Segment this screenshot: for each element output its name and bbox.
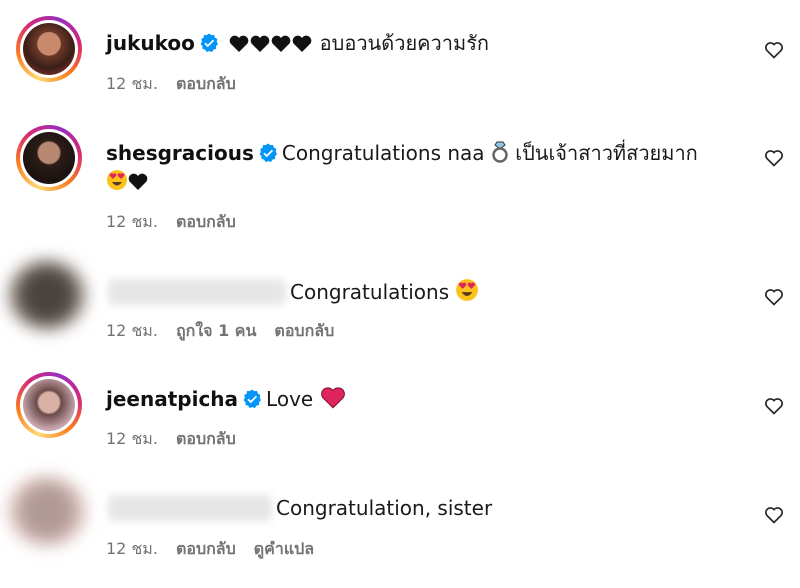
verified-badge-icon [200, 33, 218, 52]
avatar[interactable] [8, 260, 86, 330]
comment-time: 12 ชม. [106, 539, 158, 558]
comment-time: 12 ชม. [106, 74, 158, 93]
avatar[interactable] [16, 16, 82, 82]
reply-button[interactable]: ตอบกลับ [176, 429, 236, 448]
comment-body-line2 [106, 166, 148, 199]
comment-username[interactable]: jukukoo [106, 31, 195, 55]
black-heart-icon [229, 31, 313, 61]
heart-eyes-icon [106, 169, 128, 199]
reply-button[interactable]: ตอบกลับ [274, 321, 334, 340]
comment-text: อบอวนด้วยความรัก [319, 31, 490, 55]
avatar[interactable] [8, 476, 86, 546]
like-heart-icon[interactable] [764, 40, 784, 60]
comment-text: Congratulations [290, 280, 450, 304]
comment-meta: 12 ชม. ถูกใจ 1 คน ตอบกลับ [106, 320, 352, 342]
comment-meta: 12 ชม. ตอบกลับ [106, 73, 254, 95]
comment-meta: 12 ชม. ตอบกลับ [106, 428, 254, 450]
comment-body: jukukoo อบอวนด้วยความรัก [106, 28, 489, 61]
comment-text: Love [266, 387, 314, 411]
reply-button[interactable]: ตอบกลับ [176, 74, 236, 93]
comment-body: shesgracious Congratulations naa เป็นเจ้า… [106, 138, 698, 171]
comment-time: 12 ชม. [106, 429, 158, 448]
comment-text: Congratulations naa [281, 141, 485, 165]
like-heart-icon[interactable] [764, 148, 784, 168]
comment-meta: 12 ชม. ตอบกลับ [106, 211, 254, 233]
reply-button[interactable]: ตอบกลับ [176, 212, 236, 231]
heart-eyes-icon [455, 278, 479, 310]
ring-icon [491, 141, 509, 171]
comment-time: 12 ชม. [106, 212, 158, 231]
reply-button[interactable]: ตอบกลับ [176, 539, 236, 558]
comment-username[interactable]: jeenatpicha [106, 387, 238, 411]
verified-badge-icon [259, 143, 277, 162]
avatar[interactable] [16, 125, 82, 191]
comment-username[interactable]: shesgracious [106, 141, 254, 165]
red-heart-icon [320, 387, 346, 417]
black-heart-icon [128, 169, 148, 199]
comment-text-continued: เป็นเจ้าสาวที่สวยมาก [515, 141, 698, 165]
comment-body: Congratulation, sister [276, 493, 492, 523]
like-heart-icon[interactable] [764, 505, 784, 525]
see-translation-button[interactable]: ดูคำแปล [254, 539, 314, 558]
like-heart-icon[interactable] [764, 396, 784, 416]
avatar[interactable] [16, 372, 82, 438]
comment-meta: 12 ชม. ตอบกลับ ดูคำแปล [106, 538, 332, 560]
likes-count-button[interactable]: ถูกใจ 1 คน [176, 321, 256, 340]
verified-badge-icon [243, 389, 262, 408]
comment-body: jeenatpicha Love [106, 384, 346, 417]
comment-username-hidden[interactable] [108, 279, 286, 305]
comment-text: Congratulation, sister [276, 496, 493, 520]
comment-username-hidden[interactable] [108, 495, 272, 521]
like-heart-icon[interactable] [764, 287, 784, 307]
comment-body: Congratulations [290, 277, 479, 310]
comment-time: 12 ชม. [106, 321, 158, 340]
